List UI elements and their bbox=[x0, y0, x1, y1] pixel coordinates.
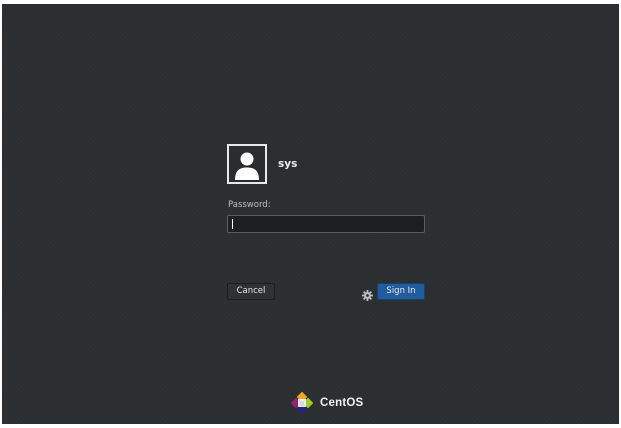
cancel-button[interactable]: Cancel bbox=[227, 283, 275, 300]
gear-icon[interactable] bbox=[362, 286, 373, 301]
user-silhouette-icon bbox=[235, 152, 259, 180]
login-screen: sys Password: Cancel Sign In CentOS bbox=[2, 4, 619, 424]
username-label: sys bbox=[278, 158, 298, 170]
centos-logo-icon bbox=[290, 391, 314, 415]
user-avatar[interactable] bbox=[227, 144, 267, 184]
centos-logo-text: CentOS bbox=[320, 397, 364, 409]
password-label: Password: bbox=[228, 200, 271, 210]
sign-in-button[interactable]: Sign In bbox=[377, 283, 425, 300]
password-field[interactable] bbox=[227, 215, 425, 233]
text-caret bbox=[232, 219, 233, 229]
